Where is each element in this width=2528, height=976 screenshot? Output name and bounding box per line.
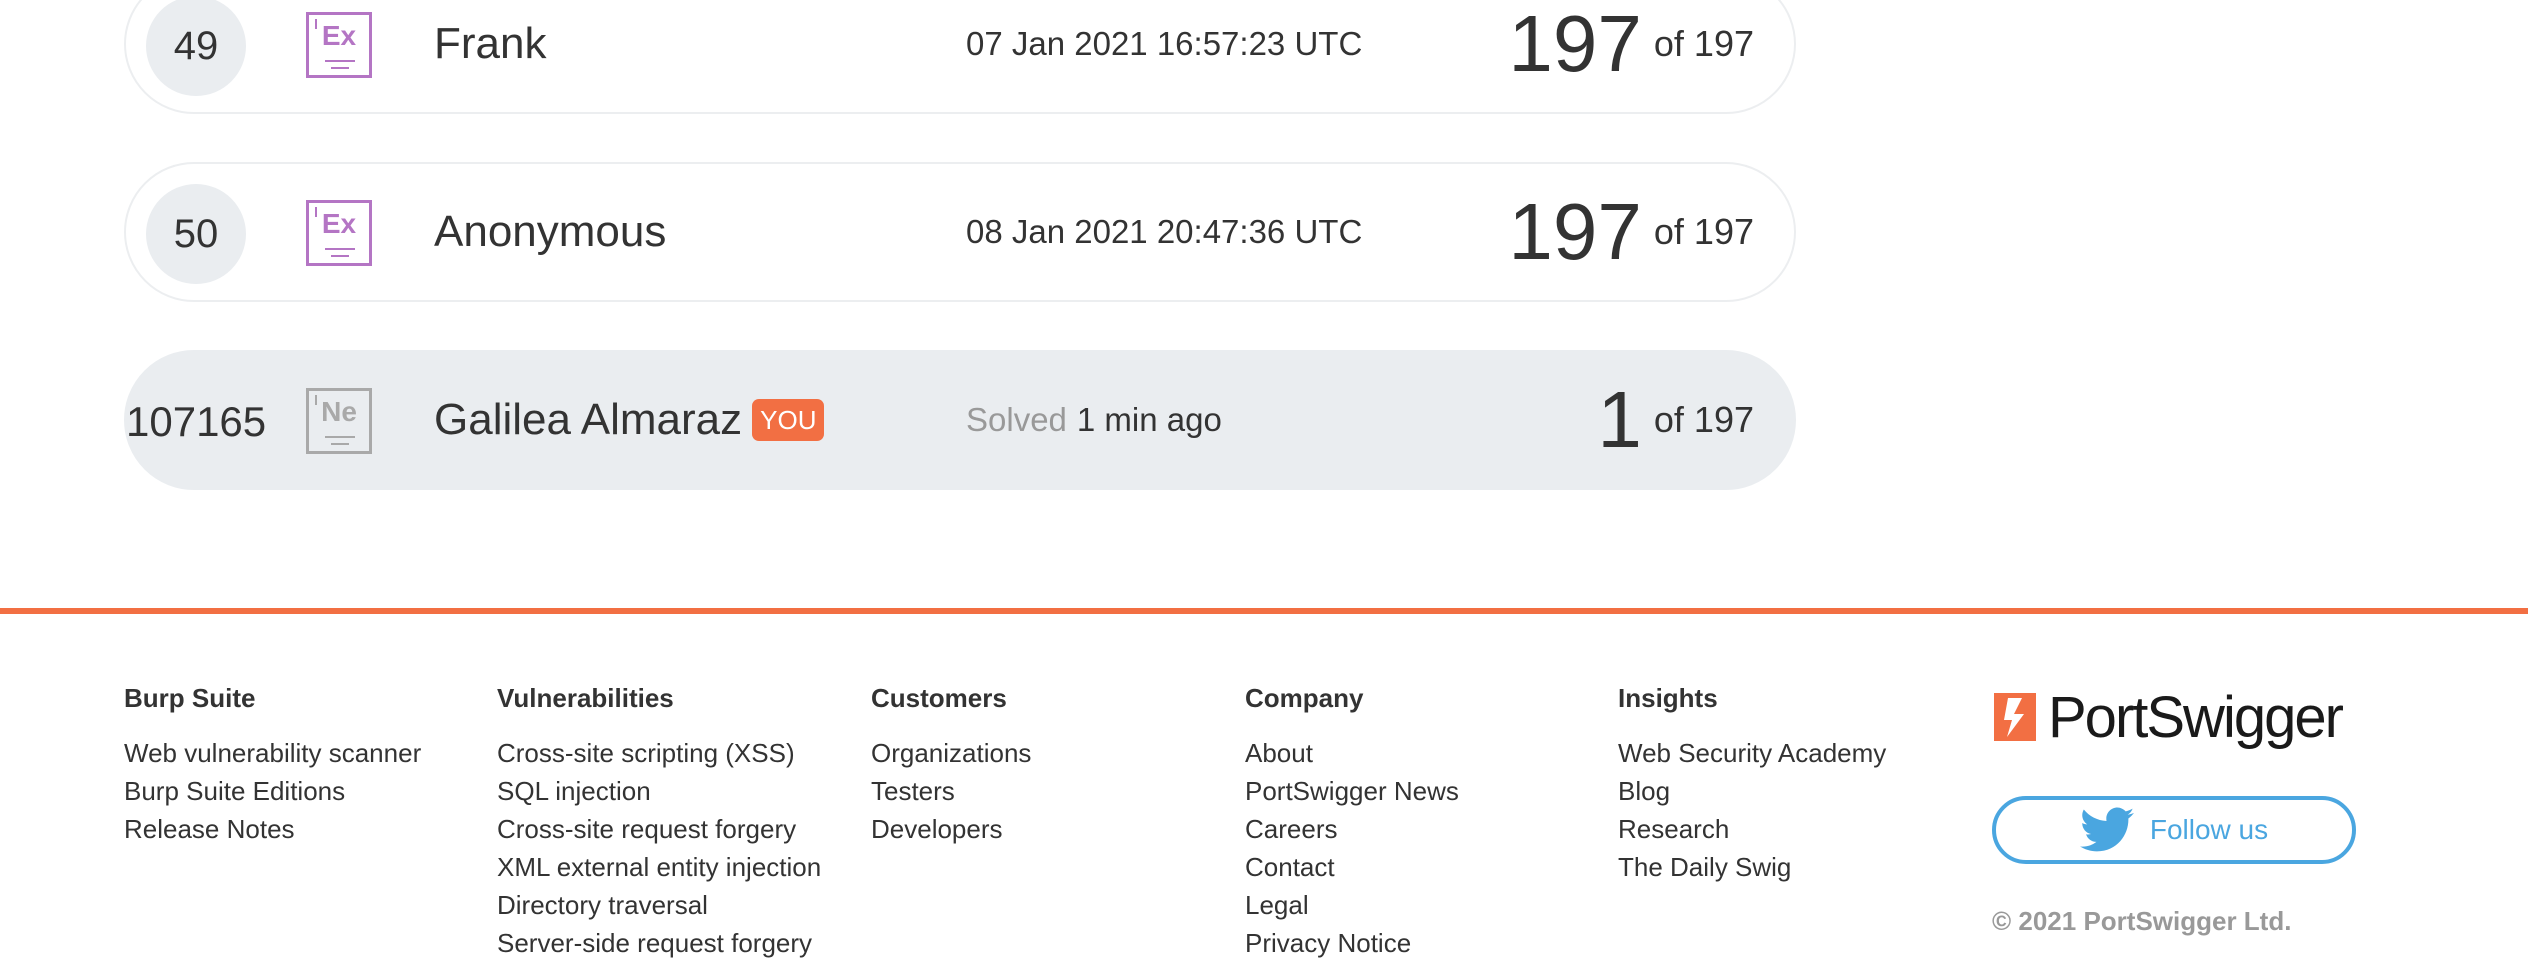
newcomer-badge-icon: Ne [306, 388, 372, 454]
footer-link[interactable]: Research [1618, 810, 1886, 848]
footer-link[interactable]: XML external entity injection [497, 848, 821, 886]
completion-date: 08 Jan 2021 20:47:36 UTC [966, 213, 1363, 250]
footer-link[interactable]: Release Notes [124, 810, 421, 848]
expert-badge-icon: Ex [306, 200, 372, 266]
footer-link[interactable]: Legal [1245, 886, 1459, 924]
solved-label: Solved [966, 401, 1067, 438]
rank-number: 49 [146, 0, 246, 96]
score: 197 of 197 [1508, 164, 1754, 300]
footer-column-vulnerabilities: Vulnerabilities Cross-site scripting (XS… [497, 682, 821, 962]
score-value: 197 [1508, 0, 1642, 88]
footer-link[interactable]: Cross-site request forgery [497, 810, 821, 848]
score-value: 1 [1597, 375, 1642, 464]
copyright: © 2021 PortSwigger Ltd. [1992, 906, 2292, 936]
current-user-row: 107165 Ne Galilea Almaraz YOU Solved 1 m… [124, 350, 1796, 490]
solved-status: Solved 1 min ago [966, 352, 1222, 488]
footer-link[interactable]: The Daily Swig [1618, 848, 1886, 886]
user-name-text: Galilea Almaraz [434, 395, 743, 444]
footer-link[interactable]: Blog [1618, 772, 1886, 810]
footer-column-burp-suite: Burp Suite Web vulnerability scanner Bur… [124, 682, 421, 848]
footer-link[interactable]: Contact [1245, 848, 1459, 886]
footer-link[interactable]: Testers [871, 772, 1031, 810]
footer-link[interactable]: Directory traversal [497, 886, 821, 924]
user-name: Anonymous [434, 207, 667, 256]
badge-symbol: Ex [321, 20, 357, 51]
twitter-follow-button[interactable]: Follow us [1992, 796, 2356, 864]
solved-time: 1 min ago [1076, 401, 1222, 438]
footer-link[interactable]: Developers [871, 810, 1031, 848]
footer-link[interactable]: Web Security Academy [1618, 734, 1886, 772]
footer-link[interactable]: PortSwigger News [1245, 772, 1459, 810]
footer-heading: Company [1245, 683, 1364, 713]
footer-heading: Customers [871, 683, 1007, 713]
brand-name: PortSwigger [2048, 684, 2344, 750]
footer-link[interactable]: Organizations [871, 734, 1031, 772]
expert-badge-icon: Ex [306, 12, 372, 78]
footer-link[interactable]: Web vulnerability scanner [124, 734, 421, 772]
score-total: of 197 [1653, 399, 1754, 440]
footer-heading: Burp Suite [124, 683, 256, 713]
footer-link[interactable]: Careers [1245, 810, 1459, 848]
twitter-icon [2079, 807, 2134, 852]
footer-heading: Insights [1618, 683, 1718, 713]
footer-link[interactable]: SQL injection [497, 772, 821, 810]
score-total: of 197 [1653, 23, 1754, 64]
portswigger-logo[interactable]: PortSwigger [1994, 684, 2344, 750]
footer-column-company: Company About PortSwigger News Careers C… [1245, 682, 1459, 962]
follow-label: Follow us [2149, 814, 2269, 845]
score: 197 of 197 [1508, 0, 1754, 112]
badge-symbol: Ex [321, 208, 357, 239]
you-badge: YOU [752, 399, 825, 441]
rank-number: 50 [146, 184, 246, 284]
footer-link[interactable]: Burp Suite Editions [124, 772, 421, 810]
leaderboard-row: 49 Ex Frank 07 Jan 2021 16:57:23 UTC 197… [124, 0, 1796, 114]
rank-number: 107165 [126, 398, 267, 445]
leaderboard-row: 50 Ex Anonymous 08 Jan 2021 20:47:36 UTC… [124, 162, 1796, 302]
badge-symbol: Ne [321, 396, 357, 427]
portswigger-logo-icon [1994, 693, 2036, 741]
footer-heading: Vulnerabilities [497, 683, 674, 713]
footer-link[interactable]: Privacy Notice [1245, 924, 1459, 962]
user-name: Galilea Almaraz YOU [434, 352, 825, 488]
score: 1 of 197 [1597, 352, 1754, 488]
footer-column-customers: Customers Organizations Testers Develope… [871, 682, 1031, 848]
footer-divider [0, 608, 2528, 614]
footer-link[interactable]: About [1245, 734, 1459, 772]
footer-link[interactable]: Server-side request forgery [497, 924, 821, 962]
footer-link[interactable]: Cross-site scripting (XSS) [497, 734, 821, 772]
score-value: 197 [1508, 187, 1642, 276]
footer-column-insights: Insights Web Security Academy Blog Resea… [1618, 682, 1886, 886]
score-total: of 197 [1653, 211, 1754, 252]
completion-date: 07 Jan 2021 16:57:23 UTC [966, 25, 1363, 62]
user-name: Frank [434, 19, 547, 68]
